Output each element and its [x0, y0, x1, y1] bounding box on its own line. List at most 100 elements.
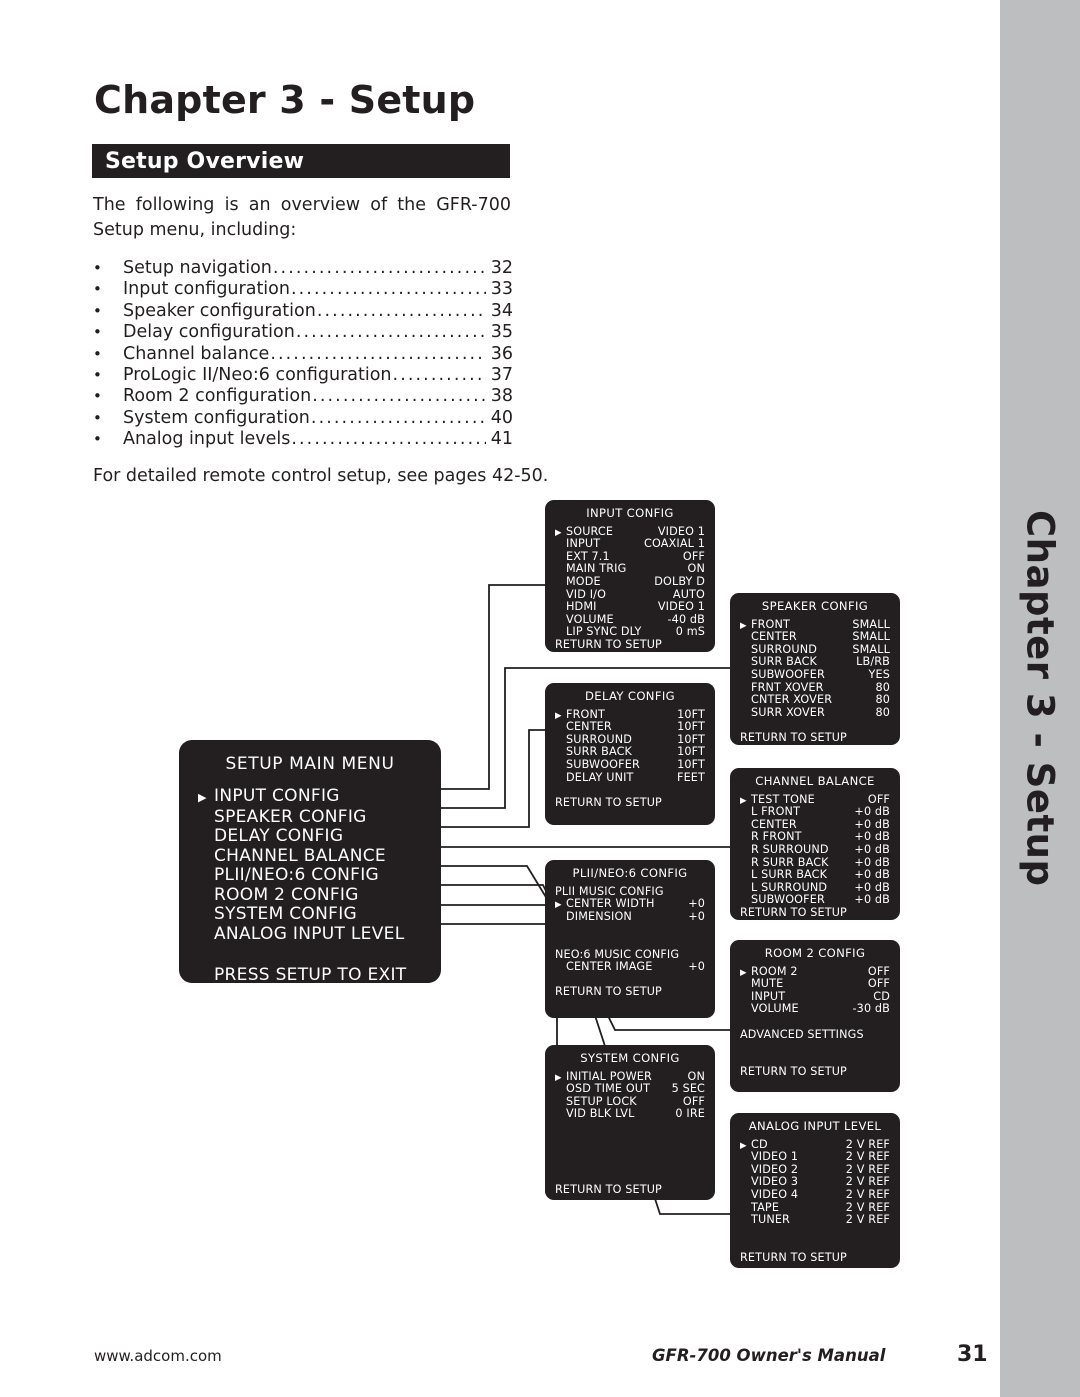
- osd-setting-label: VOLUME: [751, 1002, 799, 1016]
- osd-setting-label: TUNER: [751, 1213, 790, 1227]
- osd-setting-value: VIDEO 1: [657, 600, 705, 614]
- osd-setting-value: +0: [688, 960, 705, 974]
- setup-main-menu-item[interactable]: DELAY CONFIG: [179, 826, 441, 847]
- osd-setting-label: CENTER: [566, 720, 612, 734]
- osd-setting-value: 2 V REF: [845, 1213, 890, 1227]
- osd-spacer: [555, 784, 705, 797]
- osd-setting-label: CENTER: [751, 630, 797, 644]
- osd-title: SPEAKER CONFIG: [761, 599, 869, 613]
- osd-setting-label: CNTER XOVER: [751, 693, 833, 707]
- osd-setting-value: 2 V REF: [845, 1150, 890, 1164]
- osd-setting-row[interactable]: CENTER 10FT: [555, 721, 705, 734]
- osd-return-to-setup[interactable]: RETURN TO SETUP: [555, 796, 705, 810]
- osd-setting-row[interactable]: DIMENSION +0: [555, 910, 705, 924]
- setup-main-menu-item-label: CHANNEL BALANCE: [214, 845, 386, 866]
- selection-caret-icon: ▶: [198, 791, 207, 804]
- osd-setting-value: COAXIAL 1: [644, 537, 705, 551]
- osd-spacer: [555, 1134, 705, 1147]
- osd-title: PLII/NEO:6 CONFIG: [572, 866, 688, 880]
- osd-setting-label: SUBWOOFER: [751, 667, 825, 681]
- setup-main-menu-item[interactable]: ▶ INPUT CONFIG: [179, 786, 441, 808]
- setup-main-menu-item[interactable]: ANALOG INPUT LEVEL: [179, 924, 441, 945]
- selection-caret-icon: ▶: [740, 620, 747, 631]
- osd-setting-row[interactable]: TUNER 2 V REF: [740, 1214, 890, 1227]
- osd-spacer: [740, 1016, 890, 1029]
- osd-setting-value: 10FT: [677, 720, 705, 734]
- setup-main-menu-item[interactable]: SPEAKER CONFIG: [179, 807, 441, 828]
- osd-setting-row[interactable]: L SURR BACK +0 dB: [740, 869, 890, 882]
- osd-title: CHANNEL BALANCE: [755, 774, 875, 788]
- osd-setting-value: 80: [875, 705, 890, 719]
- osd-setting-row[interactable]: CNTER XOVER 80: [740, 694, 890, 707]
- osd-return-to-setup[interactable]: RETURN TO SETUP: [740, 906, 890, 920]
- osd-setting-label: MODE: [566, 574, 601, 588]
- osd-setting-value: 0 IRE: [675, 1107, 705, 1121]
- footer-website-url[interactable]: www.adcom.com: [94, 1347, 222, 1365]
- setup-main-menu-item[interactable]: PLII/NEO:6 CONFIG: [179, 865, 441, 886]
- osd-setting-row[interactable]: SUBWOOFER YES: [740, 667, 890, 682]
- osd-setting-row[interactable]: VOLUME -30 dB: [740, 1003, 890, 1016]
- osd-setting-row[interactable]: VIDEO 1 2 V REF: [740, 1151, 890, 1164]
- setup-main-menu-box: SETUP MAIN MENU ▶ INPUT CONFIG SPEAKER CON…: [179, 740, 441, 985]
- setup-menu-flow-diagram: SETUP MAIN MENU ▶ INPUT CONFIG SPEAKER CON…: [0, 0, 1000, 1397]
- selection-caret-icon: ▶: [555, 900, 562, 911]
- press-setup-to-exit-label: PRESS SETUP TO EXIT: [214, 965, 407, 985]
- osd-setting-row[interactable]: VIDEO 4 2 V REF: [740, 1188, 890, 1202]
- osd-row-list: ▶ CD 2 V REF VIDEO 12 V REF VIDEO 22 V REF VI…: [740, 1138, 890, 1227]
- osd-title: SYSTEM CONFIG: [580, 1051, 680, 1065]
- osd-setting-row[interactable]: SURR XOVER 80: [740, 705, 890, 720]
- osd-box-analog-input-level: ANALOG INPUT LEVEL ▶ CD 2 V REF VIDEO 12 V …: [730, 1113, 900, 1268]
- osd-setting-row[interactable]: MODE DOLBY D: [555, 574, 705, 589]
- osd-spacer: [740, 1041, 890, 1054]
- osd-setting-row[interactable]: INPUT COAXIAL 1: [555, 538, 705, 551]
- osd-setting-row[interactable]: ▶ CENTER WIDTH +0: [555, 898, 705, 911]
- osd-setting-row[interactable]: L FRONT +0 dB: [740, 806, 890, 819]
- osd-row-list: ▶ ROOM 2 OFF MUTE OFF INPUT CD VOLUME -30 dB: [740, 965, 890, 1016]
- osd-setting-value: +0 dB: [854, 868, 890, 882]
- osd-row-list: ▶ INITIAL POWER ON OSD TIME OUT 5 SEC SETUP L…: [555, 1070, 705, 1121]
- setup-main-menu-item-label: SYSTEM CONFIG: [214, 904, 357, 924]
- osd-return-to-setup[interactable]: RETURN TO SETUP: [555, 1183, 705, 1197]
- setup-main-menu-item[interactable]: ROOM 2 CONFIG: [179, 885, 441, 906]
- osd-setting-row[interactable]: SUBWOOFER 10FT: [555, 757, 705, 772]
- osd-spacer: [555, 1146, 705, 1159]
- setup-main-menu-item[interactable]: CHANNEL BALANCE: [179, 845, 441, 867]
- osd-return-to-setup[interactable]: RETURN TO SETUP: [740, 731, 890, 745]
- osd-setting-row[interactable]: DELAY UNIT FEET: [555, 771, 705, 785]
- osd-return-to-setup[interactable]: RETURN TO SETUP: [740, 1251, 890, 1265]
- osd-setting-label: SUBWOOFER: [566, 757, 640, 771]
- osd-return-to-setup[interactable]: RETURN TO SETUP: [740, 1066, 890, 1079]
- osd-setting-row[interactable]: OSD TIME OUT 5 SEC: [555, 1083, 705, 1096]
- osd-setting-row[interactable]: R SURROUND +0 dB: [740, 842, 890, 857]
- osd-setting-value: 10FT: [677, 757, 705, 771]
- setup-main-menu-title: SETUP MAIN MENU: [225, 754, 395, 774]
- osd-setting-label: L SURR BACK: [751, 868, 828, 882]
- osd-row-list: ▶ TEST TONE OFF L FRONT +0 dB CENTER +0 dB R FR…: [740, 793, 890, 907]
- osd-setting-row[interactable]: CENTER SMALL: [740, 631, 890, 644]
- osd-setting-value: +0: [688, 897, 705, 911]
- osd-setting-label: MUTE: [751, 977, 784, 991]
- selection-caret-icon: ▶: [555, 710, 562, 721]
- setup-main-menu-item-label: INPUT CONFIG: [214, 786, 340, 806]
- osd-setting-label: SURR XOVER: [751, 705, 825, 719]
- osd-setting-label: R SURROUND: [751, 842, 829, 856]
- osd-return-to-setup[interactable]: RETURN TO SETUP: [555, 986, 705, 999]
- osd-setting-label: INPUT: [566, 537, 601, 551]
- osd-setting-value: DOLBY D: [654, 574, 705, 588]
- osd-spacer: [555, 1121, 705, 1134]
- setup-main-menu-item[interactable]: SYSTEM CONFIG: [179, 904, 441, 925]
- osd-setting-row[interactable]: CENTER IMAGE +0: [555, 961, 705, 974]
- osd-setting-label: HDMI: [566, 600, 597, 614]
- osd-setting-row[interactable]: MUTE OFF: [740, 978, 890, 991]
- osd-advanced-settings[interactable]: ADVANCED SETTINGS: [740, 1028, 890, 1042]
- osd-setting-label: L FRONT: [751, 805, 801, 819]
- osd-box-speaker-config: SPEAKER CONFIG ▶ FRONT SMALL CENTER SMALL SUR…: [730, 593, 900, 745]
- osd-setting-row[interactable]: HDMI VIDEO 1: [555, 601, 705, 614]
- osd-box-input-config: INPUT CONFIG ▶ SOURCE VIDEO 1 INPUT COAXIAL …: [545, 500, 715, 652]
- selection-caret-icon: ▶: [740, 795, 747, 806]
- osd-box-system-config: SYSTEM CONFIG ▶ INITIAL POWER ON OSD TIME O…: [545, 1045, 715, 1200]
- chapter-side-band-label: Chapter 3 - Setup: [1000, 0, 1080, 1397]
- osd-setting-row[interactable]: VID BLK LVL 0 IRE: [555, 1108, 705, 1121]
- osd-return-to-setup[interactable]: RETURN TO SETUP: [555, 638, 705, 652]
- osd-title: DELAY CONFIG: [585, 689, 675, 703]
